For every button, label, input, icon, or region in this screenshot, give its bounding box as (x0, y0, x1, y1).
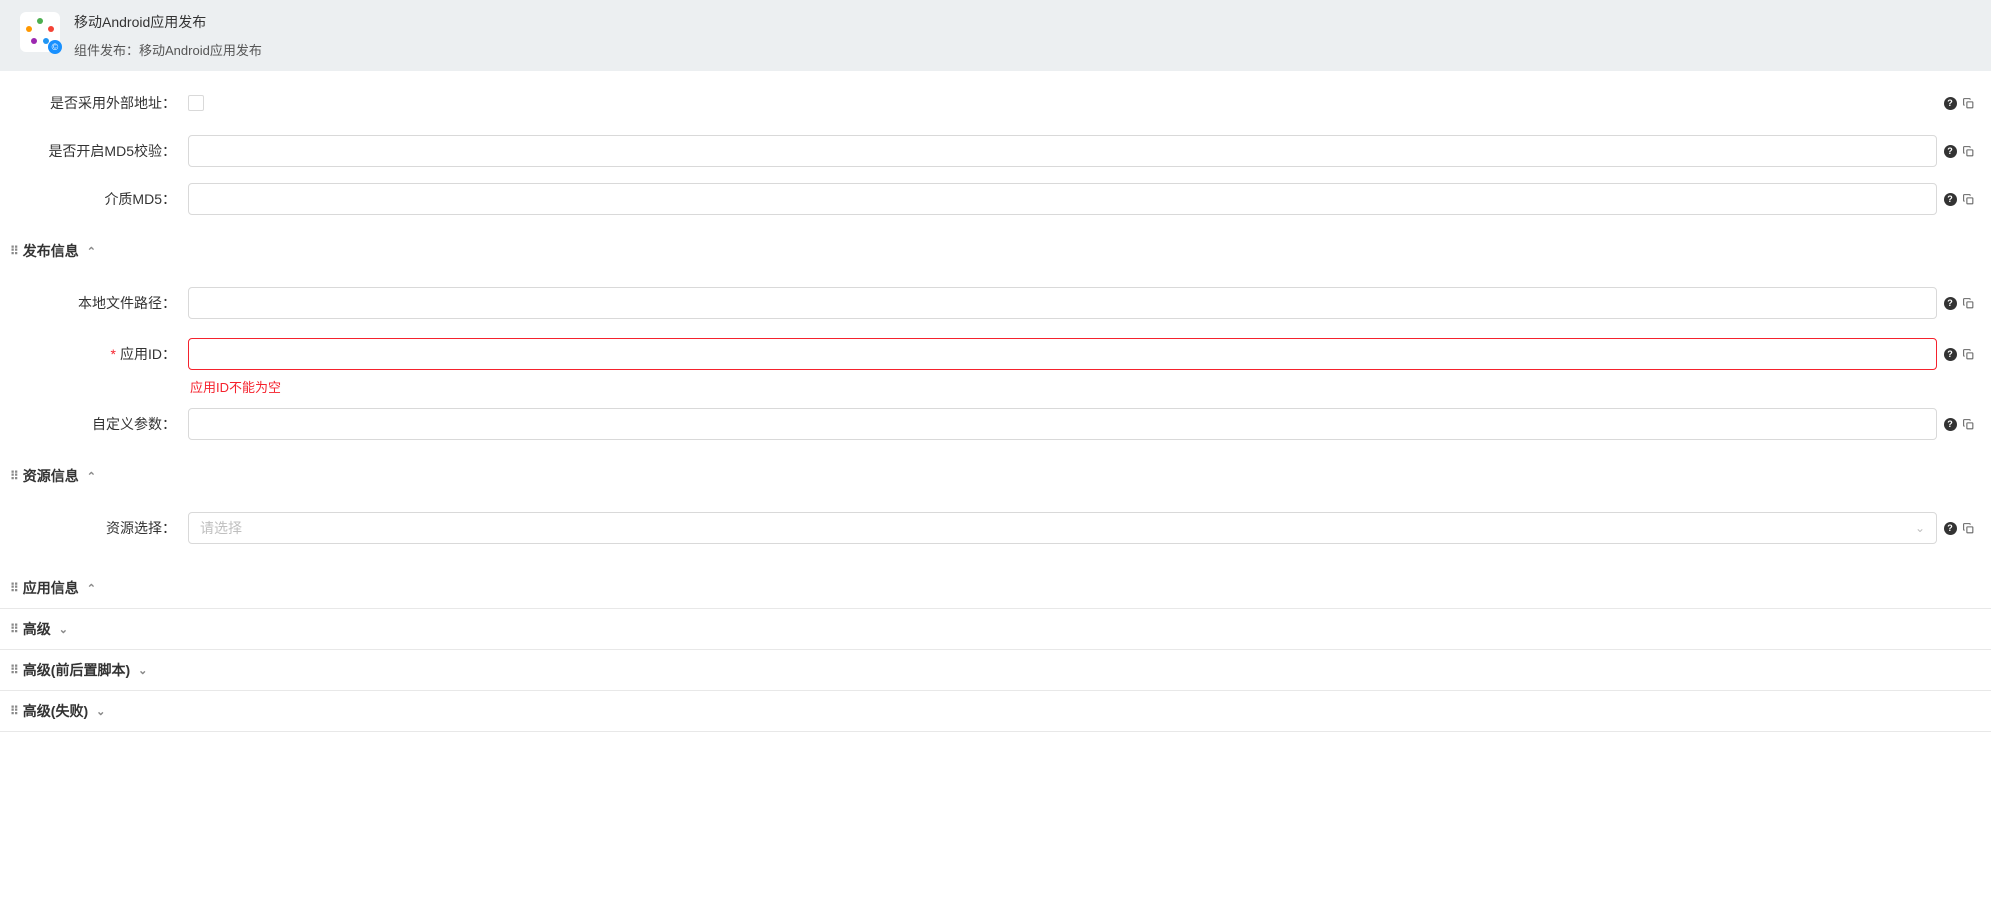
error-app-id: 应用ID不能为空 (190, 377, 1991, 400)
label-md5-check: 是否开启MD5校验： (10, 141, 188, 161)
chevron-up-icon: ⌃ (87, 582, 96, 595)
input-custom-params[interactable] (188, 408, 1937, 440)
help-icon[interactable]: ? (1943, 521, 1957, 535)
field-local-path: 本地文件路径： ? (0, 279, 1991, 327)
label-resource-select: 资源选择： (10, 518, 188, 538)
help-icon[interactable]: ? (1943, 144, 1957, 158)
section-title-advanced-failure: 高级(失败) (23, 701, 88, 721)
drag-handle-icon[interactable]: ⠿ (10, 581, 17, 595)
section-advanced-scripts[interactable]: ⠿ 高级(前后置脚本) ⌄ (0, 650, 1991, 691)
chevron-down-icon: ⌄ (59, 623, 68, 636)
help-icon[interactable]: ? (1943, 417, 1957, 431)
select-placeholder: 请选择 (200, 518, 242, 538)
field-media-md5: 介质MD5： ? (0, 175, 1991, 223)
section-resource-info[interactable]: ⠿ 资源信息 ⌃ (0, 456, 1991, 496)
label-custom-params: 自定义参数： (10, 414, 188, 434)
copy-icon[interactable] (1961, 347, 1975, 361)
field-md5-check: 是否开启MD5校验： ? (0, 127, 1991, 175)
page-subtitle: 组件发布：移动Android应用发布 (74, 40, 262, 59)
field-custom-params: 自定义参数： ? (0, 400, 1991, 448)
drag-handle-icon[interactable]: ⠿ (10, 663, 17, 677)
section-advanced[interactable]: ⠿ 高级 ⌄ (0, 609, 1991, 650)
page-title: 移动Android应用发布 (74, 12, 262, 32)
copy-icon[interactable] (1961, 96, 1975, 110)
chevron-down-icon: ⌄ (138, 664, 147, 677)
chevron-down-icon: ⌄ (1915, 521, 1925, 535)
checkbox-external-addr[interactable] (188, 95, 204, 111)
section-advanced-failure[interactable]: ⠿ 高级(失败) ⌄ (0, 691, 1991, 732)
copy-icon[interactable] (1961, 521, 1975, 535)
drag-handle-icon[interactable]: ⠿ (10, 704, 17, 718)
drag-handle-icon[interactable]: ⠿ (10, 622, 17, 636)
chevron-up-icon: ⌃ (87, 245, 96, 258)
chevron-down-icon: ⌄ (96, 705, 105, 718)
drag-handle-icon[interactable]: ⠿ (10, 244, 17, 258)
input-local-path[interactable] (188, 287, 1937, 319)
input-md5-check[interactable] (188, 135, 1937, 167)
section-title-app-info: 应用信息 (23, 578, 79, 598)
field-resource-select: 资源选择： 请选择 ⌄ ? (0, 504, 1991, 552)
drag-handle-icon[interactable]: ⠿ (10, 469, 17, 483)
help-icon[interactable]: ? (1943, 347, 1957, 361)
help-icon[interactable]: ? (1943, 296, 1957, 310)
label-media-md5: 介质MD5： (10, 189, 188, 209)
copy-icon[interactable] (1961, 417, 1975, 431)
section-title-resource: 资源信息 (23, 466, 79, 486)
field-app-id: *应用ID： ? (0, 327, 1991, 375)
label-external-addr: 是否采用外部地址： (10, 93, 188, 113)
help-icon[interactable]: ? (1943, 192, 1957, 206)
page-header: © 移动Android应用发布 组件发布：移动Android应用发布 (0, 0, 1991, 71)
field-external-addr: 是否采用外部地址： ? (0, 79, 1991, 127)
form-container: 是否采用外部地址： ? 是否开启MD5校验： ? 介质MD5： (0, 71, 1991, 732)
app-logo-icon: © (20, 12, 60, 52)
input-app-id[interactable] (188, 338, 1937, 370)
section-title-advanced-scripts: 高级(前后置脚本) (23, 660, 130, 680)
copy-icon[interactable] (1961, 144, 1975, 158)
copyright-badge-icon: © (48, 40, 62, 54)
section-title-advanced: 高级 (23, 619, 51, 639)
chevron-up-icon: ⌃ (87, 470, 96, 483)
label-local-path: 本地文件路径： (10, 293, 188, 313)
copy-icon[interactable] (1961, 192, 1975, 206)
select-resource[interactable]: 请选择 ⌄ (188, 512, 1937, 544)
label-app-id: *应用ID： (10, 344, 188, 364)
copy-icon[interactable] (1961, 296, 1975, 310)
section-publish-info[interactable]: ⠿ 发布信息 ⌃ (0, 231, 1991, 271)
section-title-publish: 发布信息 (23, 241, 79, 261)
help-icon[interactable]: ? (1943, 96, 1957, 110)
section-app-info[interactable]: ⠿ 应用信息 ⌃ (0, 568, 1991, 609)
input-media-md5[interactable] (188, 183, 1937, 215)
